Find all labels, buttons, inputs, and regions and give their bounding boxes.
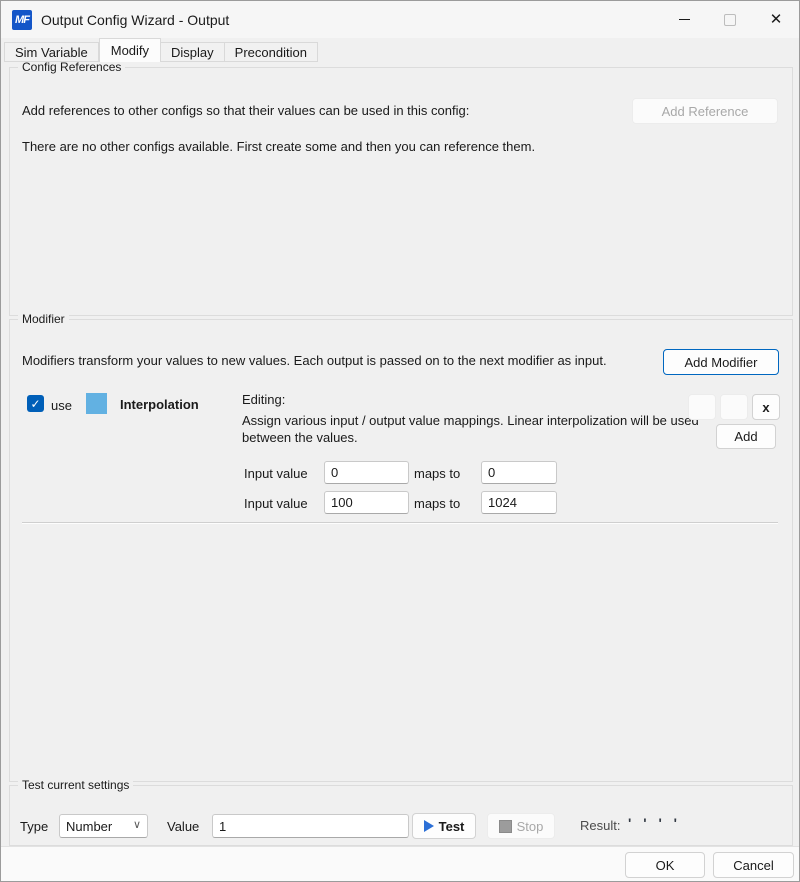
add-modifier-button[interactable]: Add Modifier [663,349,779,375]
tab-sim-variable[interactable]: Sim Variable [4,42,99,62]
config-references-group: Config References Add references to othe… [9,67,793,316]
modifier-name: Interpolation [120,397,199,412]
config-references-group-label: Config References [18,60,125,75]
input-value-field-1[interactable] [324,461,409,484]
window-title: Output Config Wizard - Output [41,12,229,28]
add-reference-button[interactable]: Add Reference [632,98,778,124]
tab-strip: Sim Variable Modify Display Precondition [4,38,318,62]
result-label: Result: [580,818,620,833]
input-value-field-2[interactable] [324,491,409,514]
title-bar: MF Output Config Wizard - Output ✕ [1,1,799,38]
maximize-icon [724,14,736,26]
modifier-color-swatch[interactable] [86,393,107,414]
test-settings-group-label: Test current settings [18,778,133,793]
close-button[interactable]: ✕ [753,1,799,38]
stop-icon [499,820,512,833]
add-mapping-button[interactable]: Add [716,424,776,449]
maps-to-label: maps to [414,465,460,482]
input-value-label: Input value [244,465,308,482]
maps-to-label: maps to [414,495,460,512]
type-label: Type [20,818,48,835]
minimize-button[interactable] [661,1,707,38]
tab-precondition[interactable]: Precondition [225,42,318,62]
type-select-control[interactable]: Number [59,814,148,838]
modifier-group-label: Modifier [18,312,69,327]
test-value-input[interactable] [212,814,409,838]
minimize-icon [679,19,690,20]
use-checkbox-label: use [51,397,72,414]
output-config-wizard-window: MF Output Config Wizard - Output ✕ Sim V… [0,0,800,882]
footer-bar: OK Cancel [1,846,799,881]
output-value-field-1[interactable] [481,461,557,484]
test-button[interactable]: Test [412,813,476,839]
move-up-button[interactable] [688,394,716,420]
play-icon [424,820,434,832]
stop-button[interactable]: Stop [487,813,555,839]
tab-modify[interactable]: Modify [99,38,161,62]
remove-modifier-button[interactable]: x [752,394,780,420]
app-icon: MF [12,10,32,30]
modifier-description: Modifiers transform your values to new v… [22,352,652,369]
editing-description: Assign various input / output value mapp… [242,412,720,446]
test-settings-group: Test current settings Type Number ∨ Valu… [9,785,793,846]
window-controls: ✕ [661,1,799,38]
use-checkbox[interactable]: ✓ [27,395,44,412]
value-label: Value [167,818,199,835]
config-references-description: Add references to other configs so that … [22,102,622,119]
close-icon: ✕ [770,12,783,27]
modifier-group: Modifier Modifiers transform your values… [9,319,793,782]
maximize-button [707,1,753,38]
result-value: ' ' ' ' [628,815,681,831]
config-references-empty-message: There are no other configs available. Fi… [22,138,662,155]
tab-display[interactable]: Display [161,42,225,62]
cancel-button[interactable]: Cancel [713,852,794,878]
ok-button[interactable]: OK [625,852,705,878]
editing-label: Editing: [242,391,285,408]
modifier-separator [22,522,778,524]
move-down-button[interactable] [720,394,748,420]
output-value-field-2[interactable] [481,491,557,514]
input-value-label: Input value [244,495,308,512]
type-select[interactable]: Number ∨ [59,814,148,838]
